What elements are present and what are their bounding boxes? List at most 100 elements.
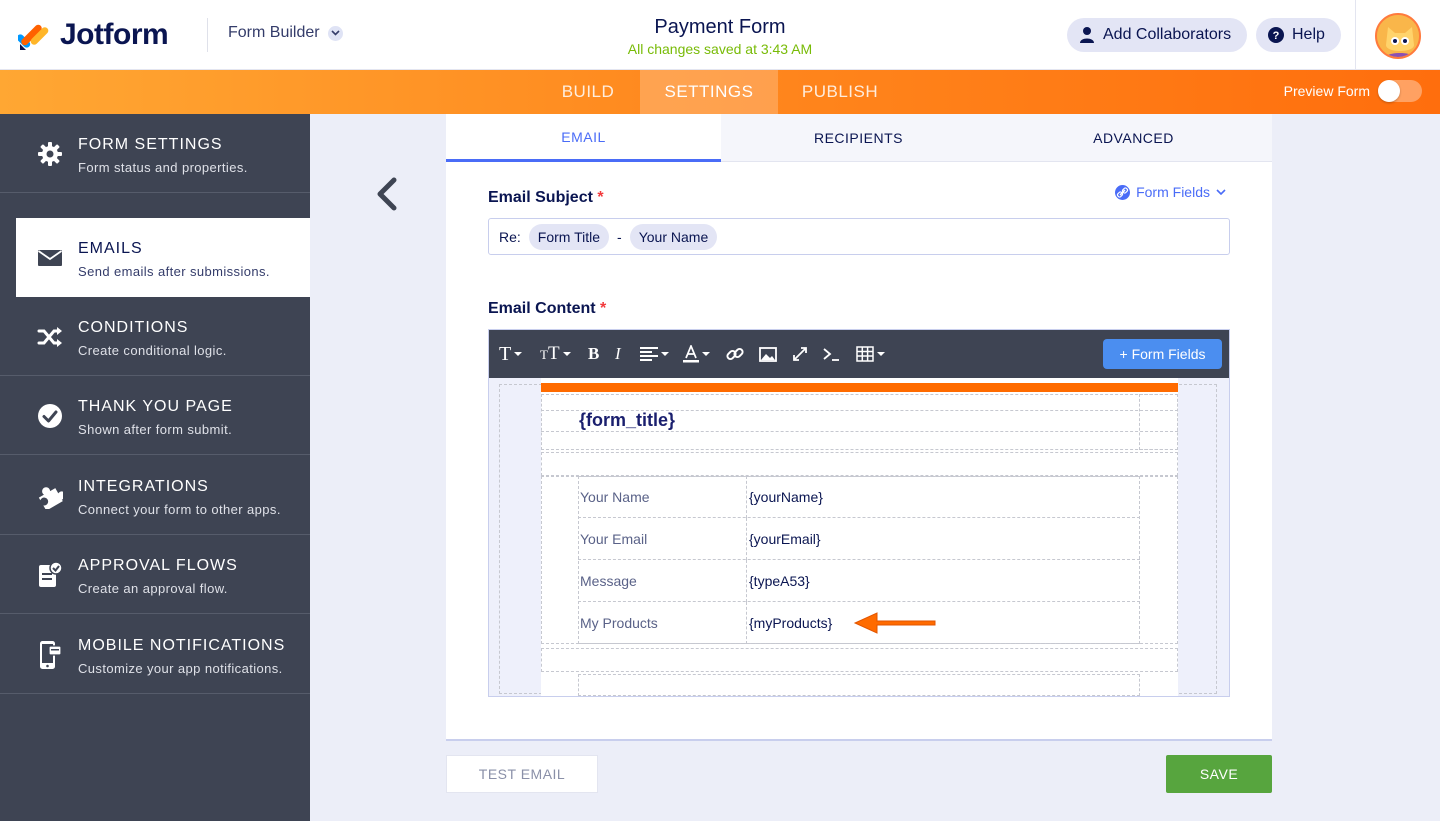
sidebar-item-emails[interactable]: EMAILS Send emails after submissions. bbox=[16, 218, 310, 297]
sidebar-item-title: APPROVAL FLOWS bbox=[78, 557, 238, 574]
footer-row-outline bbox=[541, 648, 1178, 672]
tab-build[interactable]: BUILD bbox=[548, 70, 628, 114]
font-size-button[interactable]: TT bbox=[540, 342, 571, 366]
table-row[interactable]: Your Name {yourName} bbox=[578, 476, 1140, 518]
gear-icon bbox=[36, 140, 64, 168]
field-value-tag: {yourName} bbox=[749, 489, 823, 505]
fullscreen-button[interactable] bbox=[792, 342, 808, 366]
align-button[interactable] bbox=[640, 342, 669, 366]
font-size-icon: TT bbox=[540, 343, 560, 364]
sidebar-item-title: MOBILE NOTIFICATIONS bbox=[78, 637, 286, 654]
column-divider bbox=[746, 602, 747, 644]
approval-doc-icon bbox=[36, 561, 64, 589]
test-email-button[interactable]: TEST EMAIL bbox=[446, 755, 598, 793]
app-header: Jotform Form Builder Payment Form All ch… bbox=[0, 0, 1440, 70]
font-family-button[interactable]: T bbox=[499, 342, 523, 366]
question-icon: ? bbox=[1268, 27, 1284, 43]
user-icon bbox=[1080, 27, 1094, 43]
puzzle-icon bbox=[36, 482, 64, 510]
insert-form-fields-button[interactable]: + Form Fields bbox=[1103, 339, 1222, 369]
field-tag-your-name[interactable]: Your Name bbox=[629, 223, 718, 250]
insert-image-button[interactable] bbox=[759, 342, 777, 366]
sidebar-item-integrations[interactable]: INTEGRATIONS Connect your form to other … bbox=[0, 456, 310, 535]
mobile-icon bbox=[36, 641, 64, 669]
help-label: Help bbox=[1292, 26, 1325, 43]
preview-form-toggle[interactable] bbox=[1378, 80, 1422, 102]
sidebar-item-title: THANK YOU PAGE bbox=[78, 398, 233, 415]
tab-recipients[interactable]: RECIPIENTS bbox=[721, 114, 996, 162]
sidebar-item-title: FORM SETTINGS bbox=[78, 136, 223, 153]
bold-button[interactable]: B bbox=[588, 342, 599, 366]
sidebar-item-approval-flows[interactable]: APPROVAL FLOWS Create an approval flow. bbox=[0, 535, 310, 614]
sidebar-item-subtitle: Shown after form submit. bbox=[78, 422, 233, 437]
check-circle-icon bbox=[36, 402, 64, 430]
tab-email[interactable]: EMAIL bbox=[446, 114, 721, 162]
email-settings-panel: EMAIL RECIPIENTS ADVANCED Email Subject … bbox=[446, 114, 1272, 740]
table-row[interactable]: Your Email {yourEmail} bbox=[578, 518, 1140, 560]
insert-link-button[interactable] bbox=[726, 342, 744, 366]
form-builder-menu[interactable]: Form Builder bbox=[228, 24, 343, 42]
email-subject-label-text: Email Subject bbox=[488, 189, 593, 206]
tab-publish[interactable]: PUBLISH bbox=[790, 70, 890, 114]
sidebar-item-title: INTEGRATIONS bbox=[78, 478, 209, 495]
sidebar-item-subtitle: Customize your app notifications. bbox=[78, 661, 283, 676]
subject-separator: - bbox=[617, 228, 622, 245]
field-tag-form-title[interactable]: Form Title bbox=[528, 223, 610, 250]
expand-icon bbox=[793, 347, 807, 361]
text-color-button[interactable] bbox=[683, 342, 710, 366]
sidebar-item-subtitle: Form status and properties. bbox=[78, 160, 248, 175]
jotform-logo[interactable]: Jotform bbox=[18, 18, 169, 52]
template-title-placeholder[interactable]: {form_title} bbox=[579, 410, 675, 431]
link-icon bbox=[1115, 184, 1131, 200]
settings-sidebar: FORM SETTINGS Form status and properties… bbox=[0, 114, 310, 821]
insert-form-fields-label: + Form Fields bbox=[1119, 346, 1206, 362]
form-fields-link-label: Form Fields bbox=[1136, 184, 1210, 200]
preview-form-label: Preview Form bbox=[1283, 83, 1370, 99]
form-fields-dropdown[interactable]: Form Fields bbox=[1115, 184, 1226, 200]
sidebar-item-title: CONDITIONS bbox=[78, 319, 189, 336]
align-left-icon bbox=[640, 347, 658, 361]
link-icon bbox=[726, 347, 744, 361]
sidebar-item-form-settings[interactable]: FORM SETTINGS Form status and properties… bbox=[0, 114, 310, 193]
preview-form-control: Preview Form bbox=[1284, 80, 1422, 102]
header-divider-right bbox=[1355, 0, 1356, 70]
email-subject-input[interactable]: Re: Form Title - Your Name bbox=[488, 218, 1230, 255]
email-subject-label: Email Subject * bbox=[488, 189, 604, 207]
sidebar-item-subtitle: Create an approval flow. bbox=[78, 581, 228, 596]
panel-bottom-border bbox=[446, 739, 1272, 741]
table-row[interactable]: Message {typeA53} bbox=[578, 560, 1140, 602]
italic-button[interactable]: I bbox=[615, 342, 621, 366]
image-icon bbox=[759, 346, 777, 362]
caret-down-icon bbox=[702, 352, 710, 356]
column-divider bbox=[746, 476, 747, 518]
avatar[interactable] bbox=[1375, 13, 1421, 59]
code-view-button[interactable] bbox=[822, 342, 840, 366]
field-value-tag: {myProducts} bbox=[749, 615, 833, 631]
chevron-left-icon[interactable] bbox=[372, 176, 400, 212]
email-tabs: EMAIL RECIPIENTS ADVANCED bbox=[446, 114, 1272, 162]
field-label: Message bbox=[580, 573, 637, 589]
save-button[interactable]: SAVE bbox=[1166, 755, 1272, 793]
shuffle-icon bbox=[36, 323, 64, 351]
subject-prefix: Re: bbox=[499, 228, 521, 245]
add-collaborators-button[interactable]: Add Collaborators bbox=[1067, 18, 1248, 52]
column-divider bbox=[746, 560, 747, 602]
required-mark: * bbox=[600, 300, 607, 317]
email-template-canvas[interactable]: {form_title} Your Name {yourName} Your E… bbox=[489, 378, 1229, 696]
svg-text:?: ? bbox=[1273, 30, 1280, 42]
sidebar-item-thank-you-page[interactable]: THANK YOU PAGE Shown after form submit. bbox=[0, 376, 310, 455]
insert-table-button[interactable] bbox=[856, 342, 885, 366]
chevron-down-icon bbox=[327, 25, 343, 41]
email-content-label: Email Content * bbox=[488, 300, 606, 318]
tab-advanced[interactable]: ADVANCED bbox=[996, 114, 1271, 162]
help-button[interactable]: ? Help bbox=[1256, 18, 1341, 52]
sidebar-item-mobile-notifications[interactable]: MOBILE NOTIFICATIONS Customize your app … bbox=[0, 615, 310, 694]
email-content-label-text: Email Content bbox=[488, 300, 596, 317]
sidebar-item-conditions[interactable]: CONDITIONS Create conditional logic. bbox=[0, 297, 310, 376]
tab-settings[interactable]: SETTINGS bbox=[640, 70, 778, 114]
arrow-left-icon bbox=[853, 612, 936, 634]
text-format-icon: T bbox=[499, 342, 512, 365]
save-status: All changes saved at 3:43 AM bbox=[627, 41, 813, 57]
caret-down-icon bbox=[661, 352, 669, 356]
form-builder-label: Form Builder bbox=[228, 24, 320, 41]
